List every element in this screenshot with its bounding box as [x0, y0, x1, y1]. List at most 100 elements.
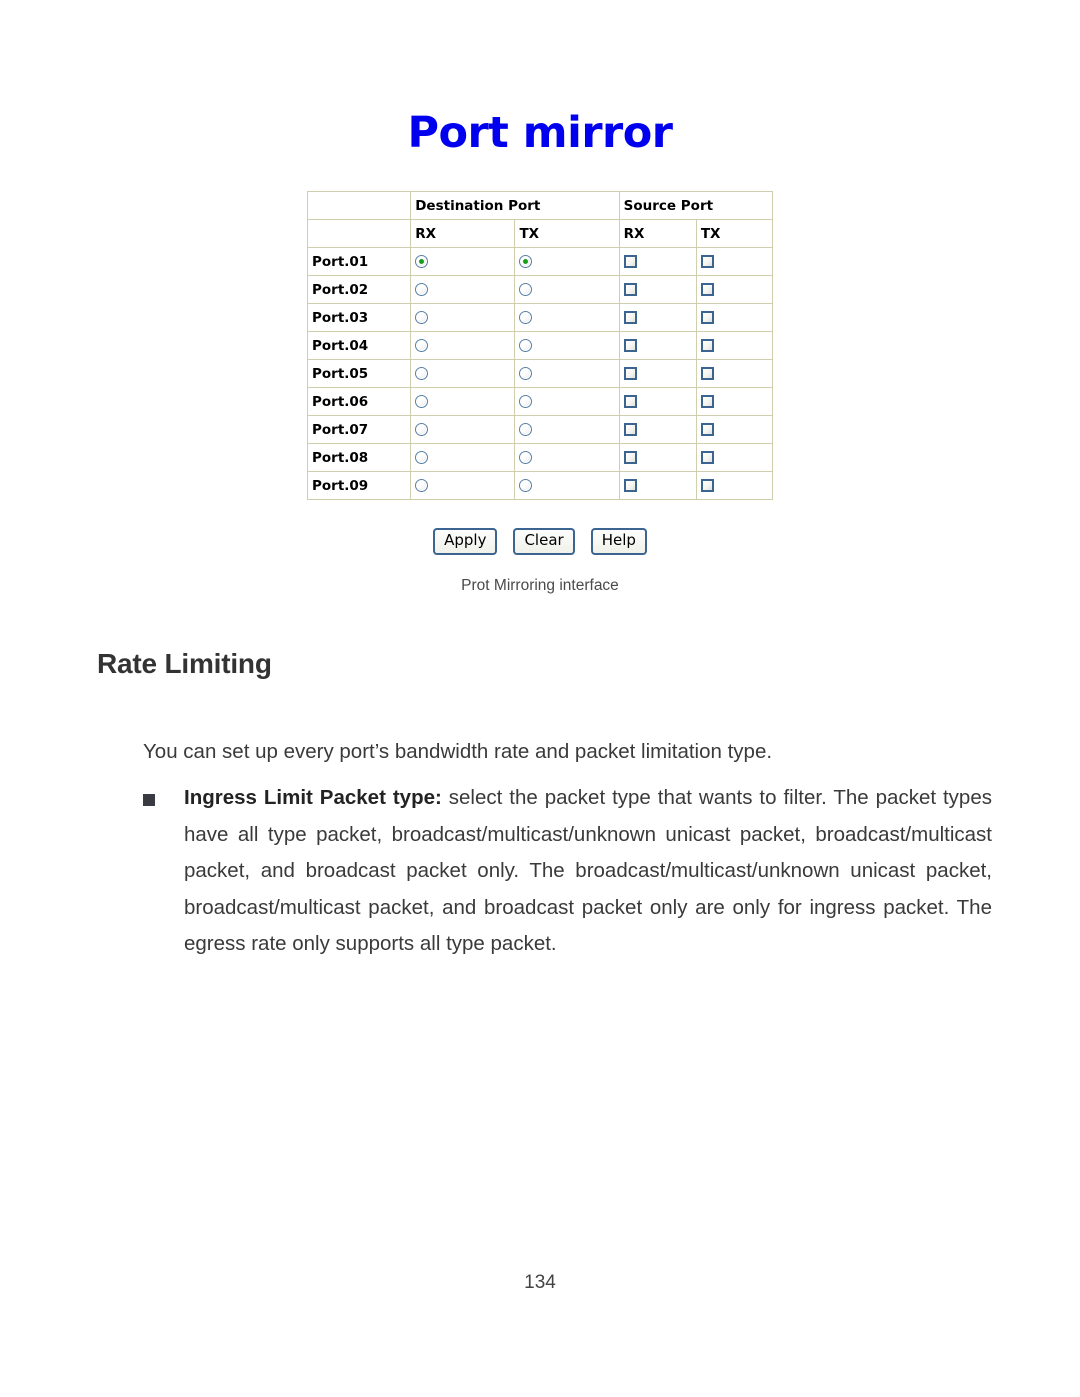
source-rx-cell — [618, 471, 697, 500]
source-rx-cell — [618, 303, 697, 332]
bullet-text: Ingress Limit Packet type: select the pa… — [184, 780, 992, 962]
table-group-header-row: Destination Port Source Port — [306, 191, 774, 220]
table-sub-header-row: RX TX RX TX — [306, 219, 774, 248]
source-rx-checkbox-port-04[interactable] — [623, 339, 637, 352]
table-row: Port.05 — [306, 359, 774, 388]
destination-rx-radio-port-08[interactable] — [415, 451, 429, 464]
table-row: Port.03 — [306, 303, 774, 332]
destination-rx-cell — [410, 443, 516, 472]
destination-tx-radio-port-04[interactable] — [519, 339, 533, 352]
header-source-port: Source Port — [618, 191, 774, 220]
port-mirror-table-container: Destination Port Source Port RX TX RX TX… — [0, 191, 1080, 500]
destination-tx-radio-port-09[interactable] — [519, 479, 533, 492]
source-rx-checkbox-port-08[interactable] — [623, 451, 637, 464]
clear-button[interactable]: Clear — [513, 528, 575, 555]
header-destination-port: Destination Port — [410, 191, 620, 220]
destination-tx-radio-port-08[interactable] — [519, 451, 533, 464]
page-title: Port mirror — [407, 108, 674, 158]
port-label-cell: Port.09 — [306, 471, 412, 500]
apply-button[interactable]: Apply — [433, 528, 498, 555]
source-rx-checkbox-port-09[interactable] — [623, 479, 637, 492]
source-rx-cell — [618, 247, 697, 276]
port-label-cell: Port.02 — [306, 275, 412, 304]
source-rx-checkbox-port-02[interactable] — [623, 283, 637, 296]
source-tx-checkbox-port-01[interactable] — [700, 255, 714, 268]
destination-rx-radio-port-05[interactable] — [415, 367, 429, 380]
source-tx-cell — [695, 415, 774, 444]
table-row: Port.04 — [306, 331, 774, 360]
source-tx-checkbox-port-03[interactable] — [700, 311, 714, 324]
source-tx-checkbox-port-04[interactable] — [700, 339, 714, 352]
source-rx-cell — [618, 387, 697, 416]
destination-rx-cell — [410, 331, 516, 360]
table-row: Port.02 — [306, 275, 774, 304]
destination-rx-cell — [410, 415, 516, 444]
subheader-destination-rx: RX — [410, 219, 516, 248]
table-row: Port.07 — [306, 415, 774, 444]
lead-paragraph: You can set up every port’s bandwidth ra… — [143, 740, 773, 763]
destination-rx-radio-port-01[interactable] — [415, 255, 429, 268]
source-rx-cell — [618, 443, 697, 472]
source-tx-checkbox-port-07[interactable] — [700, 423, 714, 436]
header-blank-corner — [306, 191, 412, 220]
source-tx-cell — [695, 275, 774, 304]
destination-rx-cell — [410, 247, 516, 276]
destination-tx-cell — [514, 415, 620, 444]
bullet-term: Ingress Limit Packet type: — [184, 786, 442, 810]
destination-rx-cell — [410, 387, 516, 416]
source-tx-checkbox-port-06[interactable] — [700, 395, 714, 408]
destination-rx-cell — [410, 471, 516, 500]
source-tx-checkbox-port-08[interactable] — [700, 451, 714, 464]
destination-rx-radio-port-07[interactable] — [415, 423, 429, 436]
destination-rx-cell — [410, 303, 516, 332]
help-button[interactable]: Help — [590, 528, 647, 555]
destination-rx-cell — [410, 275, 516, 304]
destination-rx-radio-port-04[interactable] — [415, 339, 429, 352]
destination-tx-cell — [514, 275, 620, 304]
source-rx-checkbox-port-03[interactable] — [623, 311, 637, 324]
table-body: Port.01 Port.02 Port.03 Port.04 Port.05 Port.… — [306, 247, 774, 500]
destination-tx-radio-port-05[interactable] — [519, 367, 533, 380]
source-tx-cell — [695, 359, 774, 388]
destination-tx-cell — [514, 303, 620, 332]
destination-rx-radio-port-02[interactable] — [415, 283, 429, 296]
source-tx-cell — [695, 331, 774, 360]
square-bullet-icon — [143, 794, 155, 807]
subheader-blank-corner — [306, 219, 412, 248]
source-rx-checkbox-port-06[interactable] — [623, 395, 637, 408]
port-label-cell: Port.06 — [306, 387, 412, 416]
destination-tx-radio-port-01[interactable] — [519, 255, 533, 268]
destination-tx-cell — [514, 247, 620, 276]
port-mirror-table: Destination Port Source Port RX TX RX TX… — [306, 191, 774, 500]
bullet-description: select the packet type that wants to fil… — [184, 786, 992, 956]
destination-rx-radio-port-03[interactable] — [415, 311, 429, 324]
source-tx-checkbox-port-02[interactable] — [700, 283, 714, 296]
destination-tx-radio-port-06[interactable] — [519, 395, 533, 408]
port-mirror-screenshot: Port mirror Destination Port Source Port… — [0, 0, 1080, 595]
destination-rx-radio-port-09[interactable] — [415, 479, 429, 492]
document-body: Rate Limiting You can set up every port’… — [0, 648, 1080, 963]
destination-tx-radio-port-03[interactable] — [519, 311, 533, 324]
source-tx-checkbox-port-09[interactable] — [700, 479, 714, 492]
source-rx-cell — [618, 275, 697, 304]
table-head: Destination Port Source Port RX TX RX TX — [306, 191, 774, 248]
destination-tx-cell — [514, 471, 620, 500]
destination-rx-radio-port-06[interactable] — [415, 395, 429, 408]
source-tx-cell — [695, 443, 774, 472]
destination-tx-cell — [514, 387, 620, 416]
destination-tx-radio-port-07[interactable] — [519, 423, 533, 436]
table-row: Port.09 — [306, 471, 774, 500]
destination-tx-cell — [514, 359, 620, 388]
source-tx-checkbox-port-05[interactable] — [700, 367, 714, 380]
source-tx-cell — [695, 303, 774, 332]
port-label-cell: Port.03 — [306, 303, 412, 332]
source-rx-checkbox-port-01[interactable] — [623, 255, 637, 268]
source-rx-checkbox-port-05[interactable] — [623, 367, 637, 380]
port-label-cell: Port.04 — [306, 331, 412, 360]
source-rx-cell — [618, 331, 697, 360]
source-tx-cell — [695, 247, 774, 276]
source-tx-cell — [695, 387, 774, 416]
destination-tx-radio-port-02[interactable] — [519, 283, 533, 296]
source-rx-checkbox-port-07[interactable] — [623, 423, 637, 436]
action-button-row: Apply Clear Help — [0, 528, 1080, 555]
